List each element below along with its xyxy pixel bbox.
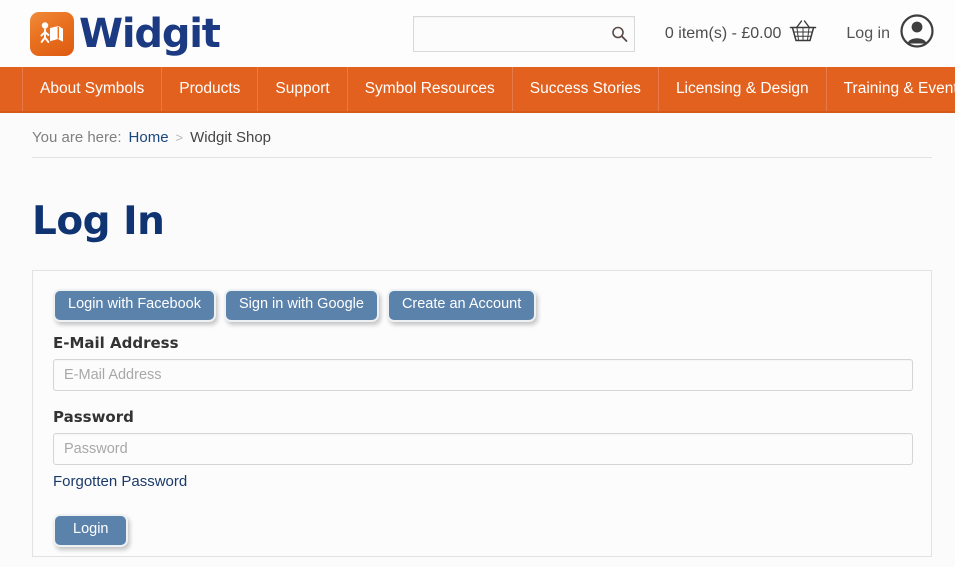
header-login-label: Log in [846, 24, 890, 42]
site-logo[interactable]: Widgit [30, 10, 221, 57]
breadcrumb-separator: > [175, 130, 184, 145]
breadcrumb-divider [32, 157, 932, 158]
main-navigation: About Symbols Products Support Symbol Re… [0, 67, 955, 113]
nav-item-symbol-resources[interactable]: Symbol Resources [348, 67, 513, 111]
forgotten-password-link[interactable]: Forgotten Password [53, 473, 187, 490]
sign-in-with-google-button[interactable]: Sign in with Google [224, 289, 379, 322]
header-login-link[interactable]: Log in [846, 13, 935, 54]
breadcrumb-current: Widgit Shop [190, 129, 272, 146]
cart-total-label: 0 item(s) - £0.00 [664, 24, 782, 42]
nav-item-success-stories[interactable]: Success Stories [513, 67, 659, 111]
create-an-account-button[interactable]: Create an Account [386, 289, 537, 322]
breadcrumb-home-link[interactable]: Home [129, 129, 169, 146]
widgit-symbol-icon [30, 11, 74, 56]
login-submit-row: Login [53, 513, 911, 547]
nav-item-licensing-design[interactable]: Licensing & Design [659, 67, 827, 111]
nav-item-about-symbols[interactable]: About Symbols [22, 67, 163, 111]
email-input[interactable] [53, 358, 913, 391]
page-title: Log In [32, 199, 165, 244]
nav-item-support[interactable]: Support [258, 67, 348, 111]
cart-link[interactable]: 0 item(s) - £0.00 [665, 18, 818, 49]
search-input[interactable] [413, 16, 634, 51]
nav-item-training-events[interactable]: Training & Events [827, 67, 955, 111]
basket-icon [788, 18, 818, 49]
site-header: Widgit 0 item(s) - £0.00 Log in [0, 0, 955, 67]
search-box[interactable] [412, 15, 635, 52]
header-utilities: 0 item(s) - £0.00 Log in [412, 0, 955, 67]
breadcrumb-prefix: You are here: [32, 129, 122, 146]
social-login-row: Login with Facebook Sign in with Google … [53, 289, 911, 322]
login-with-facebook-button[interactable]: Login with Facebook [53, 289, 216, 322]
search-icon[interactable] [611, 25, 628, 42]
user-avatar-icon [899, 13, 935, 54]
password-input[interactable] [53, 432, 913, 465]
nav-item-products[interactable]: Products [162, 67, 259, 111]
breadcrumb: You are here: Home > Widgit Shop [0, 113, 955, 158]
email-field-label: E-Mail Address [53, 333, 179, 352]
password-field-label: Password [53, 407, 134, 426]
logo-wordmark: Widgit [79, 10, 221, 57]
login-submit-button[interactable]: Login [53, 513, 129, 547]
login-panel: Login with Facebook Sign in with Google … [32, 270, 932, 557]
